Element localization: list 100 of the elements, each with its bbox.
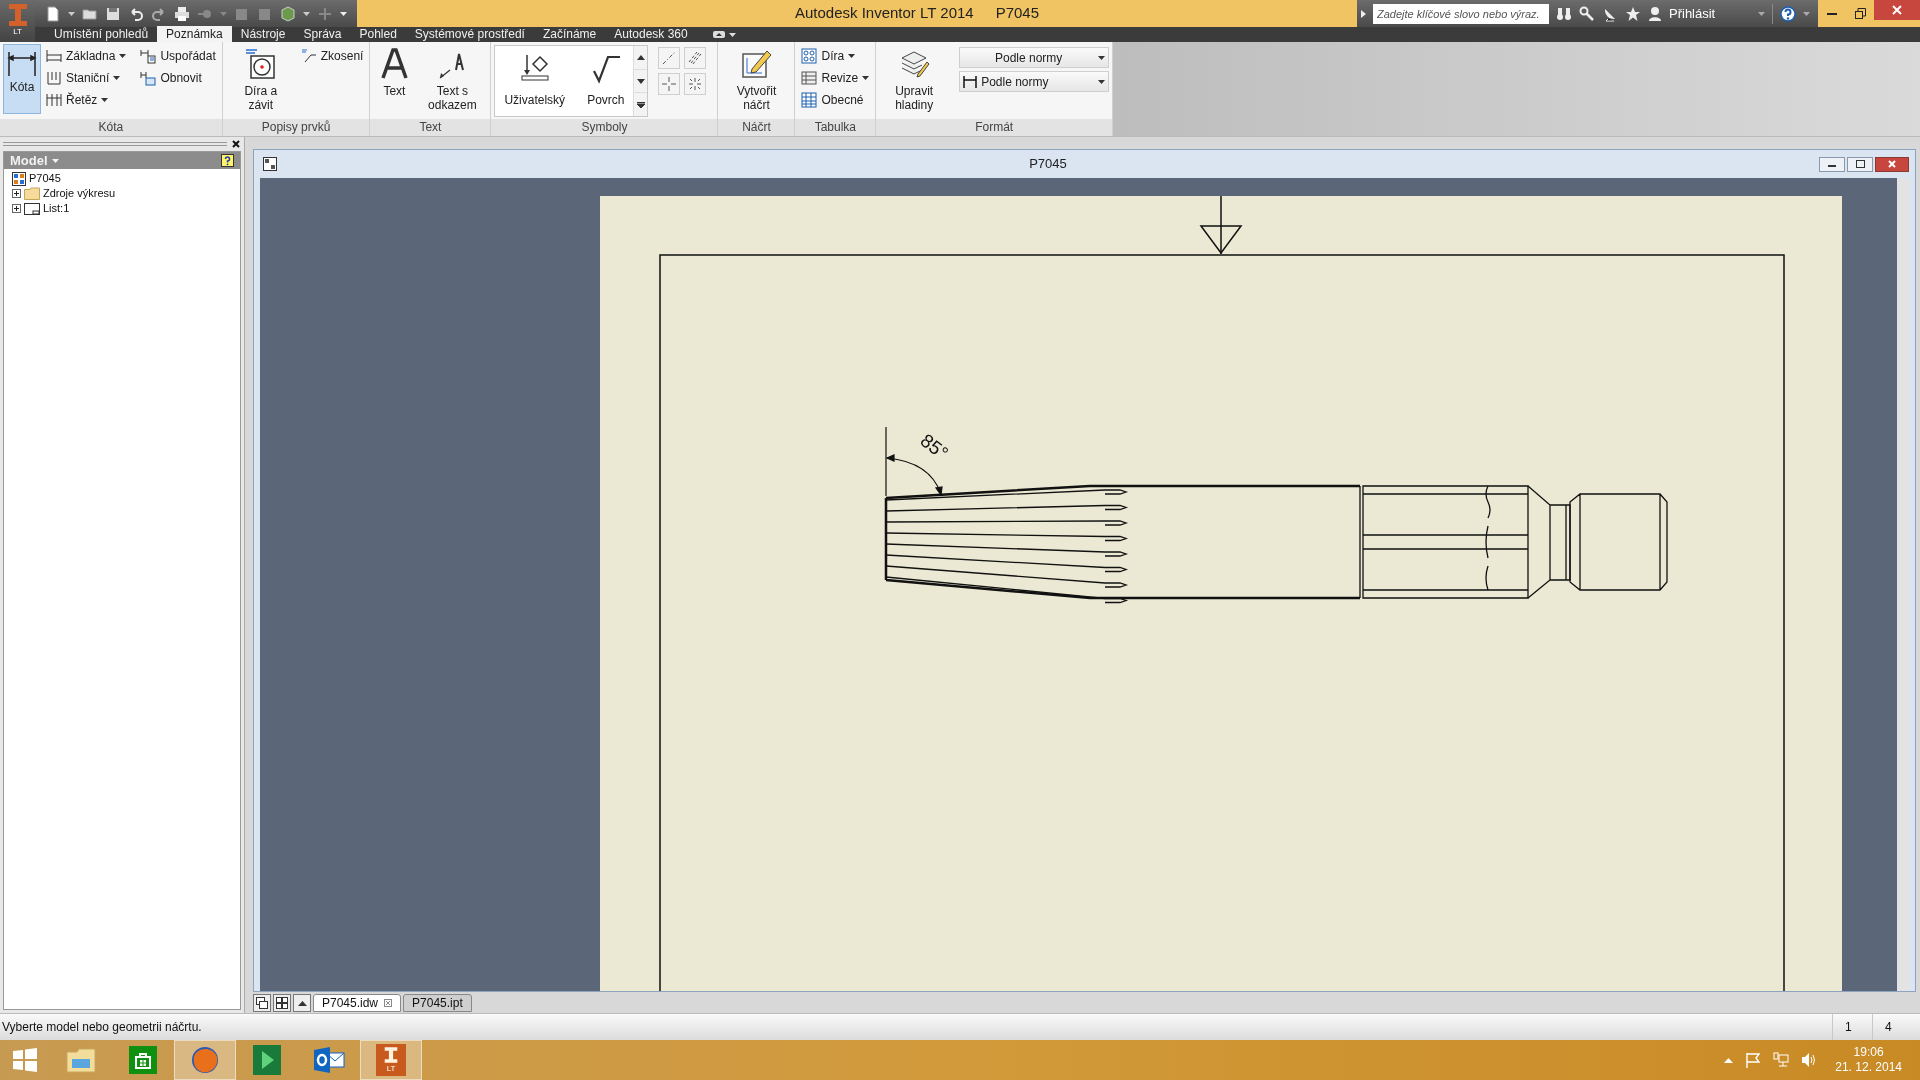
ribbon-tab[interactable]: Nástroje — [231, 26, 295, 42]
tree-item[interactable]: List:1 — [12, 200, 70, 217]
expand-arrow-icon — [1361, 9, 1366, 18]
ribbon-button[interactable]: Zkosení — [297, 45, 367, 67]
symbol-button[interactable]: Uživatelský — [499, 46, 571, 110]
caret-icon — [68, 11, 75, 16]
ribbon-button[interactable]: Text s odkazem — [417, 44, 488, 114]
ribbon-tab[interactable]: Poznámka — [157, 26, 232, 42]
user-icon — [1648, 5, 1662, 22]
tree-item[interactable]: Zdroje výkresu — [12, 185, 116, 202]
caret-icon — [101, 98, 109, 102]
caret-down-icon — [637, 78, 645, 84]
ribbon-button[interactable]: Text — [373, 44, 416, 114]
panel-title: Text — [370, 119, 491, 136]
scroll-up-button[interactable] — [634, 46, 648, 69]
maximize-icon — [1855, 160, 1865, 168]
restore-icon — [1854, 8, 1866, 19]
star-icon — [1625, 5, 1641, 22]
cascade-windows-button[interactable] — [253, 994, 271, 1012]
caret-icon — [303, 11, 310, 16]
caret-icon — [119, 54, 127, 58]
chain-dimension-icon — [46, 92, 62, 108]
panel-title: Kóta — [0, 119, 222, 136]
ribbon-button[interactable]: Obecné — [798, 89, 873, 111]
ribbon-button[interactable]: Díra a závit — [225, 44, 296, 114]
arrange-icon — [140, 48, 157, 64]
ribbon-button[interactable]: Vytvořit náčrt — [721, 44, 792, 114]
retrieve-icon — [140, 70, 157, 86]
caret-icon — [1098, 79, 1106, 84]
app-logo-icon — [384, 1046, 398, 1064]
panel-toggle-icon — [712, 31, 725, 38]
taskbar-app-button[interactable]: LT — [360, 1040, 422, 1080]
ribbon-button[interactable]: Obnovit — [137, 67, 219, 89]
cascade-icon — [256, 997, 268, 1009]
ribbon-tab[interactable]: Pohled — [350, 26, 406, 42]
ribbon-tab[interactable]: Začínáme — [533, 26, 606, 42]
caret-up-icon — [297, 1000, 307, 1006]
tile-icon — [276, 997, 288, 1009]
project-icon — [253, 1045, 281, 1075]
ribbon-button[interactable]: Staniční — [43, 67, 130, 89]
ribbon-button[interactable]: Uspořádat — [137, 45, 219, 67]
symbol-button[interactable]: Povrch — [582, 46, 630, 110]
document-title: P7045 — [995, 3, 1040, 24]
ribbon-tab[interactable]: Správa — [294, 26, 351, 42]
ribbon-button[interactable]: Díra — [798, 45, 873, 67]
hole-thread-icon — [244, 48, 277, 80]
ribbon-button[interactable]: Revize — [798, 67, 873, 89]
close-button[interactable] — [1875, 156, 1909, 172]
store-bag-icon — [129, 1046, 157, 1074]
ribbon-button[interactable]: Upravit hladiny — [879, 44, 950, 114]
ribbon-tab[interactable]: Systémové prostředí — [405, 26, 534, 42]
expand-gallery-button[interactable] — [634, 92, 648, 116]
table-icon — [801, 92, 818, 108]
network-icon — [1773, 1052, 1790, 1068]
tile-windows-button[interactable] — [273, 994, 291, 1012]
sign-in-button[interactable]: Přihlásit — [1669, 3, 1765, 24]
sheet-icon — [24, 202, 40, 215]
maximize-button[interactable] — [1847, 156, 1873, 172]
caret-icon — [340, 11, 347, 16]
caret-icon — [51, 158, 59, 163]
minimize-button[interactable] — [1819, 156, 1845, 172]
centerline-bisector-icon — [687, 50, 704, 66]
folder-icon — [24, 187, 40, 200]
close-button[interactable] — [1874, 0, 1920, 20]
ribbon-button[interactable]: Kóta — [3, 44, 41, 114]
search-field[interactable]: Zadejte klíčové slovo nebo výraz. — [1373, 3, 1549, 24]
ribbon-button[interactable]: Řetěz — [43, 89, 130, 111]
style-dropdown[interactable]: Podle normy — [959, 71, 1110, 92]
panel-title: Symboly — [491, 119, 718, 136]
scroll-down-button[interactable] — [634, 68, 648, 93]
hole-table-icon — [801, 48, 818, 64]
sketch-pencil-icon — [740, 48, 773, 80]
tree-item[interactable]: P7045 — [12, 170, 61, 187]
ribbon-icon-button[interactable] — [684, 47, 707, 69]
flag-icon — [1745, 1052, 1762, 1068]
taskbar-app-button[interactable] — [174, 1040, 236, 1080]
caret-icon — [220, 11, 227, 16]
document-window-title: P7045 — [1028, 155, 1068, 174]
fox-globe-icon — [190, 1045, 220, 1075]
help-icon — [1780, 5, 1796, 22]
caret-icon — [113, 76, 121, 80]
close-panel-button[interactable] — [231, 139, 241, 149]
caret-icon — [1803, 11, 1810, 16]
document-list-button[interactable] — [293, 994, 311, 1012]
print-icon — [174, 5, 190, 22]
view-arrow-drawing — [1199, 196, 1243, 255]
app-logo-icon — [7, 3, 28, 27]
document-tab[interactable]: P7045.ipt — [403, 994, 472, 1012]
show-hidden-icons-icon — [1724, 1057, 1734, 1063]
panel-title: Náčrt — [718, 119, 795, 136]
revision-table-icon — [801, 70, 818, 86]
ribbon-tab[interactable]: Umístění pohledů — [45, 26, 158, 42]
document-tab[interactable]: P7045.idw — [313, 994, 402, 1012]
application-menu-button[interactable]: LT — [0, 0, 35, 42]
folder-icon — [66, 1046, 96, 1074]
ribbon-button[interactable]: Základna — [43, 45, 130, 67]
dimension-style-icon — [963, 74, 978, 89]
style-dropdown[interactable]: Podle normy — [959, 47, 1110, 68]
ribbon-tab[interactable]: Autodesk 360 — [605, 26, 697, 42]
panel-title: Formát — [876, 119, 1113, 136]
